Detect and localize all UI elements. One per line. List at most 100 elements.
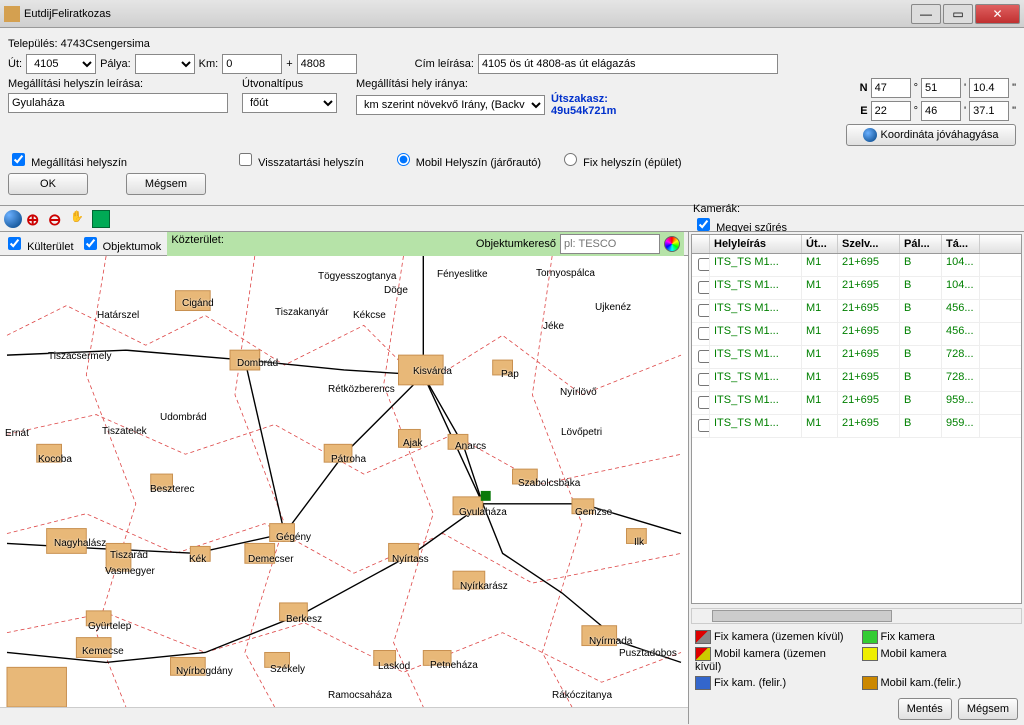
table-row[interactable]: ITS_TS M1...M121+695B104...: [692, 277, 1021, 300]
close-button[interactable]: ✕: [975, 4, 1020, 24]
window-title: EutdijFeliratkozas: [24, 8, 911, 20]
row-checkbox[interactable]: [698, 258, 710, 271]
maximize-button[interactable]: ▭: [943, 4, 973, 24]
rb-fix[interactable]: Fix helyszín (épület): [559, 150, 682, 169]
row-checkbox[interactable]: [698, 396, 710, 409]
city-label: Szabolcsbáka: [518, 478, 580, 489]
layers-icon[interactable]: [92, 210, 110, 228]
city-label: Gyürtelep: [88, 621, 131, 632]
km-to-input[interactable]: [297, 54, 357, 74]
globe-icon[interactable]: [4, 210, 22, 228]
grid-col-hely[interactable]: Helyleírás: [710, 235, 802, 253]
cim-input[interactable]: [478, 54, 778, 74]
form-panel: Település: 4743Csengersima Út: 4105 Pály…: [0, 28, 1024, 206]
city-label: Határszel: [97, 310, 139, 321]
city-label: Ujkenéz: [595, 302, 631, 313]
n-min-input[interactable]: [921, 78, 961, 98]
zoom-out-icon[interactable]: ⊖: [48, 210, 66, 228]
cb-objektumok[interactable]: Objektumok: [80, 234, 162, 253]
table-row[interactable]: ITS_TS M1...M121+695B959...: [692, 415, 1021, 438]
table-row[interactable]: ITS_TS M1...M121+695B456...: [692, 323, 1021, 346]
city-label: Tögyesszogtanya: [318, 271, 396, 282]
row-checkbox[interactable]: [698, 419, 710, 432]
utvonal-select[interactable]: főút: [242, 93, 337, 113]
objkereso-input[interactable]: [560, 234, 660, 254]
map-filter-bar: Külterület Objektumok Közterület: Objekt…: [0, 232, 688, 256]
row-checkbox[interactable]: [698, 373, 710, 386]
city-label: Rétközberencs: [328, 384, 395, 395]
city-label: Vasmegyer: [105, 566, 155, 577]
n-sec-input[interactable]: [969, 78, 1009, 98]
cb-vissza[interactable]: Visszatartási helyszín: [235, 150, 364, 169]
map-panel: Külterület Objektumok Közterület: Objekt…: [0, 232, 689, 724]
row-checkbox[interactable]: [698, 281, 710, 294]
palya-select[interactable]: [135, 54, 195, 74]
cb-kulterulet[interactable]: Külterület: [4, 234, 74, 253]
grid-col-ut[interactable]: Út...: [802, 235, 838, 253]
n-deg-input[interactable]: [871, 78, 911, 98]
map-canvas[interactable]: HatárszelCigándTiszakanyárTögyesszogtany…: [0, 256, 688, 707]
table-row[interactable]: ITS_TS M1...M121+695B104...: [692, 254, 1021, 277]
zoom-in-icon[interactable]: ⊕: [26, 210, 44, 228]
minimize-button[interactable]: —: [911, 4, 941, 24]
cim-label: Cím leírása:: [415, 58, 474, 70]
city-label: Jéke: [543, 321, 564, 332]
settlement-label: Település: 4743Csengersima: [8, 38, 150, 50]
grid-col-szelv[interactable]: Szelv...: [838, 235, 900, 253]
cancel2-button[interactable]: Mégsem: [958, 698, 1018, 720]
fixcam-icon: [862, 630, 878, 644]
save-button[interactable]: Mentés: [898, 698, 952, 720]
map-h-scrollbar[interactable]: [0, 707, 688, 724]
grid-header: Helyleírás Út... Szelv... Pál... Tá...: [692, 235, 1021, 254]
fixcam-out-icon: [695, 630, 711, 644]
mobilcam-icon: [862, 647, 878, 661]
table-row[interactable]: ITS_TS M1...M121+695B959...: [692, 392, 1021, 415]
grid-col-tav[interactable]: Tá...: [942, 235, 980, 253]
row-checkbox[interactable]: [698, 327, 710, 340]
city-label: Ilk: [634, 537, 644, 548]
city-label: Ajak: [403, 438, 422, 449]
city-label: Kisvárda: [413, 366, 452, 377]
camera-grid: Helyleírás Út... Szelv... Pál... Tá... I…: [691, 234, 1022, 604]
ut-select[interactable]: 4105: [26, 54, 96, 74]
color-picker-icon[interactable]: [664, 236, 680, 252]
city-label: Nyírkarász: [460, 581, 508, 592]
city-label: Udombrád: [160, 412, 207, 423]
grid-col-check[interactable]: [692, 235, 710, 253]
e-deg-input[interactable]: [871, 101, 911, 121]
city-label: Nyírbogdány: [176, 666, 233, 677]
irany-label: Megállítási hely iránya:: [356, 78, 586, 90]
e-min-input[interactable]: [921, 101, 961, 121]
mobilcam-felir-icon: [862, 676, 878, 690]
main-area: Külterület Objektumok Közterület: Objekt…: [0, 232, 1024, 724]
row-checkbox[interactable]: [698, 350, 710, 363]
approve-coord-button[interactable]: Koordináta jóváhagyása: [846, 124, 1016, 146]
grid-h-scrollbar[interactable]: [691, 608, 1022, 624]
table-row[interactable]: ITS_TS M1...M121+695B728...: [692, 369, 1021, 392]
city-label: Laskod: [378, 661, 410, 672]
city-label: Ernát: [5, 428, 29, 439]
n-label: N: [860, 82, 868, 94]
ok-button[interactable]: OK: [8, 173, 88, 195]
titlebar: EutdijFeliratkozas — ▭ ✕: [0, 0, 1024, 28]
irany-select[interactable]: km szerint növekvő Irány, (Backv: [356, 95, 545, 115]
city-label: Lövőpetri: [561, 427, 602, 438]
e-sec-input[interactable]: [969, 101, 1009, 121]
rb-mobil[interactable]: Mobil Helyszín (járőrautó): [392, 150, 541, 169]
cb-megall[interactable]: Megállítási helyszín: [8, 150, 127, 169]
megall-desc-input[interactable]: [8, 93, 228, 113]
cancel-button[interactable]: Mégsem: [126, 173, 206, 195]
city-label: Tiszarád: [110, 550, 148, 561]
table-row[interactable]: ITS_TS M1...M121+695B728...: [692, 346, 1021, 369]
utszakasz-link[interactable]: Útszakasz: 49u54k721m: [551, 93, 616, 117]
km-plus: +: [286, 58, 292, 70]
legend: Fix kamera (üzemen kívül) Fix kamera Mob…: [689, 626, 1024, 694]
city-label: Nyírlövő: [560, 387, 597, 398]
pan-icon[interactable]: ✋: [70, 210, 88, 228]
km-from-input[interactable]: [222, 54, 282, 74]
city-label: Berkesz: [286, 614, 322, 625]
grid-col-palya[interactable]: Pál...: [900, 235, 942, 253]
table-row[interactable]: ITS_TS M1...M121+695B456...: [692, 300, 1021, 323]
row-checkbox[interactable]: [698, 304, 710, 317]
city-label: Gyulaháza: [459, 507, 507, 518]
